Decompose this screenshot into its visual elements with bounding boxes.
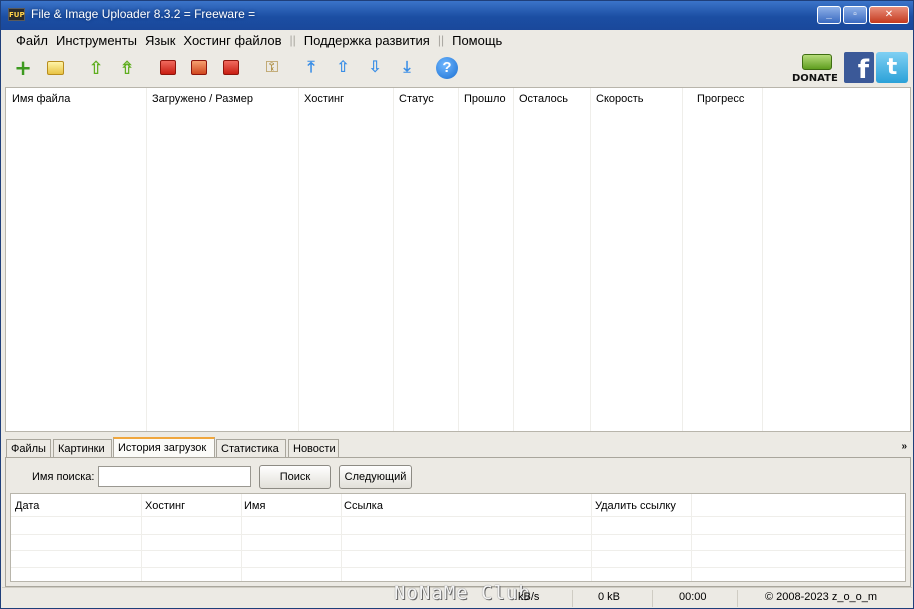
column-status — [394, 88, 459, 431]
column-uploaded-size — [147, 88, 299, 431]
menu-language[interactable]: Язык — [141, 33, 179, 48]
status-speed: kB/s — [518, 591, 540, 603]
tab-statistics[interactable]: Статистика — [216, 439, 286, 458]
column-elapsed — [459, 88, 514, 431]
history-header-name[interactable]: Имя — [244, 500, 265, 512]
stop-one-icon[interactable] — [160, 60, 176, 75]
app-icon: FUP — [8, 8, 25, 21]
move-bottom-icon[interactable]: ⤓ — [397, 58, 417, 78]
app-window: FUP File & Image Uploader 8.3.2 = Freewa… — [0, 0, 914, 609]
column-speed — [591, 88, 683, 431]
history-header-delete-link[interactable]: Удалить ссылку — [595, 500, 676, 512]
key-icon[interactable]: ⚿ — [262, 58, 282, 78]
history-header-date[interactable]: Дата — [15, 500, 39, 512]
facebook-icon[interactable]: f — [844, 52, 874, 85]
status-size: 0 kB — [598, 591, 621, 603]
tab-files[interactable]: Файлы — [6, 439, 51, 458]
watermark: NoNaMe Club — [394, 582, 531, 604]
status-time: 00:00 — [679, 591, 707, 603]
move-top-icon[interactable]: ⤒ — [301, 58, 321, 78]
menu-separator: || — [437, 33, 445, 47]
header-progress[interactable]: Прогресс — [697, 93, 744, 105]
header-filename[interactable]: Имя файла — [12, 93, 70, 105]
status-copyright: © 2008-2023 z_o_o_m — [765, 591, 878, 603]
move-up-icon[interactable]: ⇧ — [333, 58, 353, 78]
stop-all-icon[interactable] — [223, 60, 239, 75]
search-label: Имя поиска: — [32, 471, 95, 483]
header-uploaded-size[interactable]: Загружено / Размер — [152, 93, 253, 105]
next-button[interactable]: Следующий — [339, 465, 412, 489]
title-bar[interactable]: FUP File & Image Uploader 8.3.2 = Freewa… — [1, 1, 913, 30]
toolbar: + ⇧ ⇮ ⚿ ⤒ ⇧ ⇩ ⤓ ? DONATE f t — [2, 51, 912, 87]
add-files-icon[interactable]: + — [13, 58, 33, 79]
menu-support[interactable]: Поддержка развития — [300, 33, 434, 48]
upload-selected-icon[interactable]: ⇮ — [117, 58, 137, 78]
skip-icon[interactable] — [191, 60, 207, 75]
status-separator — [737, 590, 738, 607]
history-row-divider — [11, 534, 905, 535]
collapse-panel-icon[interactable]: » — [901, 441, 907, 452]
history-panel: Имя поиска: Поиск Следующий Дата Хостинг… — [5, 457, 911, 587]
history-header-hosting[interactable]: Хостинг — [145, 500, 185, 512]
tab-upload-history[interactable]: История загрузок — [113, 437, 215, 458]
donate-label: DONATE — [792, 73, 838, 84]
money-icon — [802, 54, 832, 70]
status-separator — [572, 590, 573, 607]
menu-help[interactable]: Помощь — [448, 33, 506, 48]
column-progress — [683, 88, 763, 431]
history-row-divider — [11, 567, 905, 568]
upload-queue-list[interactable]: Имя файла Загружено / Размер Хостинг Ста… — [5, 87, 911, 432]
donate-button[interactable]: DONATE — [792, 54, 840, 86]
twitter-icon[interactable]: t — [876, 52, 908, 83]
header-remaining[interactable]: Осталось — [519, 93, 568, 105]
minimize-button[interactable]: _ — [817, 6, 841, 24]
menu-tools[interactable]: Инструменты — [52, 33, 141, 48]
status-bar: NoNaMe Club kB/s 0 kB 00:00 © 2008-2023 … — [2, 582, 912, 608]
search-button[interactable]: Поиск — [259, 465, 331, 489]
history-row-divider — [11, 516, 905, 517]
history-table[interactable]: Дата Хостинг Имя Ссылка Удалить ссылку — [10, 493, 906, 582]
window-title: File & Image Uploader 8.3.2 = Freeware = — [31, 7, 256, 21]
bottom-tabs: Файлы Картинки История загрузок Статисти… — [5, 437, 911, 458]
column-filename — [6, 88, 147, 431]
header-hosting[interactable]: Хостинг — [304, 93, 344, 105]
history-row-divider — [11, 550, 905, 551]
search-input[interactable] — [98, 466, 251, 487]
menu-file[interactable]: Файл — [12, 33, 52, 48]
help-icon[interactable]: ? — [436, 57, 458, 79]
header-status[interactable]: Статус — [399, 93, 434, 105]
header-elapsed[interactable]: Прошло — [464, 93, 506, 105]
header-speed[interactable]: Скорость — [596, 93, 644, 105]
tab-news[interactable]: Новости — [288, 439, 339, 458]
upload-icon[interactable]: ⇧ — [86, 58, 106, 78]
column-hosting — [299, 88, 394, 431]
menu-separator: || — [289, 33, 296, 47]
menu-file-hosting[interactable]: Хостинг файлов — [179, 33, 285, 48]
column-remaining — [514, 88, 591, 431]
move-down-icon[interactable]: ⇩ — [365, 58, 385, 78]
tab-images[interactable]: Картинки — [53, 439, 112, 458]
menu-bar: Файл Инструменты Язык Хостинг файлов || … — [2, 30, 912, 50]
history-header-link[interactable]: Ссылка — [344, 500, 383, 512]
maximize-button[interactable]: ▫ — [843, 6, 867, 24]
close-button[interactable]: ✕ — [869, 6, 909, 24]
status-separator — [652, 590, 653, 607]
open-folder-icon[interactable] — [47, 61, 64, 75]
